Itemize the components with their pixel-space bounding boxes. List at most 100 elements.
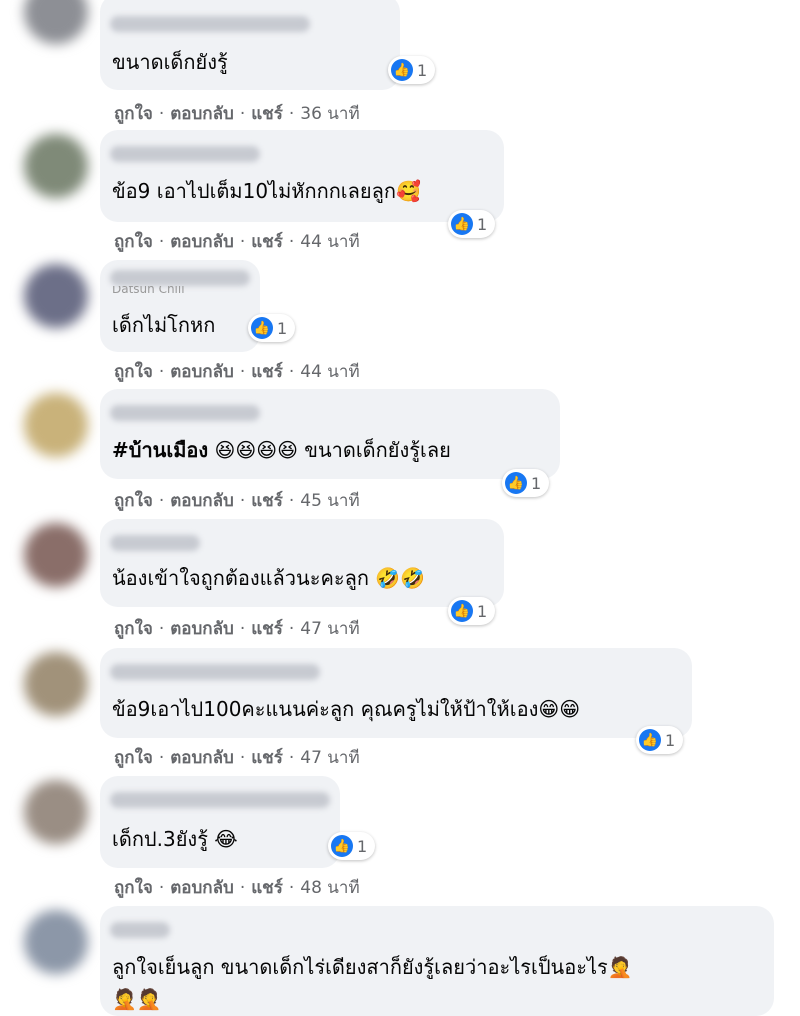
separator: · [158,748,165,768]
separator: · [239,232,246,252]
reaction-count: 1 [477,601,488,621]
thumbs-up-icon: 👍 [251,317,273,339]
share-button[interactable]: แชร์ [251,878,283,898]
separator: · [288,104,295,124]
comment-text-line2: 🤦🤦 [112,987,162,1011]
separator: · [288,619,295,639]
separator: · [288,232,295,252]
like-button[interactable]: ถูกใจ [114,748,153,768]
reply-button[interactable]: ตอบกลับ [170,232,234,252]
thumbs-up-icon: 👍 [451,213,473,235]
separator: · [239,104,246,124]
reaction-count: 1 [417,60,428,80]
thumbs-up-icon: 👍 [391,59,413,81]
separator: · [288,491,295,511]
separator: · [239,362,246,382]
separator: · [158,232,165,252]
reaction-count: 1 [665,730,676,750]
separator: · [239,491,246,511]
like-button[interactable]: ถูกใจ [114,491,153,511]
thumbs-up-icon: 👍 [451,600,473,622]
avatar[interactable] [24,393,88,457]
avatar[interactable] [24,780,88,844]
comment-bubble: เด็กป.3ยังรู้ 😂 [100,776,340,868]
author-name[interactable] [110,535,200,551]
comment-text: ขนาดเด็กยังรู้ [112,50,228,74]
share-button[interactable]: แชร์ [251,491,283,511]
author-name[interactable] [110,270,250,286]
avatar[interactable] [24,264,88,328]
avatar[interactable] [24,0,88,44]
thumbs-up-icon: 👍 [505,472,527,494]
share-button[interactable]: แชร์ [251,619,283,639]
share-button[interactable]: แชร์ [251,232,283,252]
avatar[interactable] [24,523,88,587]
author-name[interactable] [110,664,320,680]
share-button[interactable]: แชร์ [251,748,283,768]
comment-text: น้องเข้าใจถูกต้องแล้วนะคะลูก 🤣🤣 [112,566,426,590]
separator: · [239,619,246,639]
hashtag-link[interactable]: #บ้านเมือง [112,438,208,462]
avatar[interactable] [24,134,88,198]
author-name[interactable] [110,16,310,32]
separator: · [158,878,165,898]
reaction-badge[interactable]: 👍 1 [448,597,496,625]
reaction-count: 1 [277,318,288,338]
author-name-fragment: Datsun Chill [112,286,185,294]
like-button[interactable]: ถูกใจ [114,878,153,898]
timestamp[interactable]: 44 นาที [300,362,359,382]
reaction-count: 1 [357,836,368,856]
separator: · [158,104,165,124]
author-name[interactable] [110,146,260,162]
comment-actions: ถูกใจ · ตอบกลับ · แชร์ · 36 นาที [114,100,360,127]
comment-actions: ถูกใจ · ตอบกลับ · แชร์ · 44 นาที [114,228,360,255]
separator: · [239,748,246,768]
reaction-badge[interactable]: 👍 1 [388,56,436,84]
reply-button[interactable]: ตอบกลับ [170,362,234,382]
reply-button[interactable]: ตอบกลับ [170,619,234,639]
separator: · [288,748,295,768]
reply-button[interactable]: ตอบกลับ [170,878,234,898]
timestamp[interactable]: 45 นาที [300,491,359,511]
comment-text: #บ้านเมือง 😆😆😆😆 ขนาดเด็กยังรู้เลย [112,437,451,463]
comment-actions: ถูกใจ · ตอบกลับ · แชร์ · 47 นาที [114,615,360,642]
reaction-count: 1 [477,214,488,234]
like-button[interactable]: ถูกใจ [114,619,153,639]
author-name[interactable] [110,792,330,808]
author-name[interactable] [110,405,260,421]
reply-button[interactable]: ตอบกลับ [170,104,234,124]
timestamp[interactable]: 48 นาที [300,878,359,898]
reaction-badge[interactable]: 👍 1 [448,210,496,238]
comment-bubble: ข้อ9เอาไป100คะแนนค่ะลูก คุณครูไม่ให้ป้าใ… [100,648,692,738]
reply-button[interactable]: ตอบกลับ [170,748,234,768]
timestamp[interactable]: 47 นาที [300,619,359,639]
separator: · [158,362,165,382]
share-button[interactable]: แชร์ [251,362,283,382]
reaction-badge[interactable]: 👍 1 [636,726,684,754]
timestamp[interactable]: 47 นาที [300,748,359,768]
comment-actions: ถูกใจ · ตอบกลับ · แชร์ · 48 นาที [114,874,360,901]
timestamp[interactable]: 36 นาที [300,104,359,124]
like-button[interactable]: ถูกใจ [114,104,153,124]
timestamp[interactable]: 44 นาที [300,232,359,252]
reaction-count: 1 [531,473,542,493]
reaction-badge[interactable]: 👍 1 [328,832,376,860]
comment-text: เด็กไม่โกหก [112,313,216,337]
avatar[interactable] [24,652,88,716]
author-name[interactable] [110,922,170,938]
avatar[interactable] [24,910,88,974]
reply-button[interactable]: ตอบกลับ [170,491,234,511]
comment-bubble: ลูกใจเย็นลูก ขนาดเด็กไร่เดียงสาก็ยังรู้เ… [100,906,774,1016]
reaction-badge[interactable]: 👍 1 [248,314,296,342]
thumbs-up-icon: 👍 [331,835,353,857]
like-button[interactable]: ถูกใจ [114,362,153,382]
comment-body: 😆😆😆😆 ขนาดเด็กยังรู้เลย [214,438,451,462]
comment-bubble: ข้อ9 เอาไปเต็ม10ไม่หักกกเลยลูก🥰 [100,130,504,222]
like-button[interactable]: ถูกใจ [114,232,153,252]
comment-actions: ถูกใจ · ตอบกลับ · แชร์ · 47 นาที [114,744,360,771]
comment-bubble: ขนาดเด็กยังรู้ [100,0,400,90]
separator: · [288,878,295,898]
comment-actions: ถูกใจ · ตอบกลับ · แชร์ · 45 นาที [114,487,360,514]
reaction-badge[interactable]: 👍 1 [502,469,550,497]
share-button[interactable]: แชร์ [251,104,283,124]
